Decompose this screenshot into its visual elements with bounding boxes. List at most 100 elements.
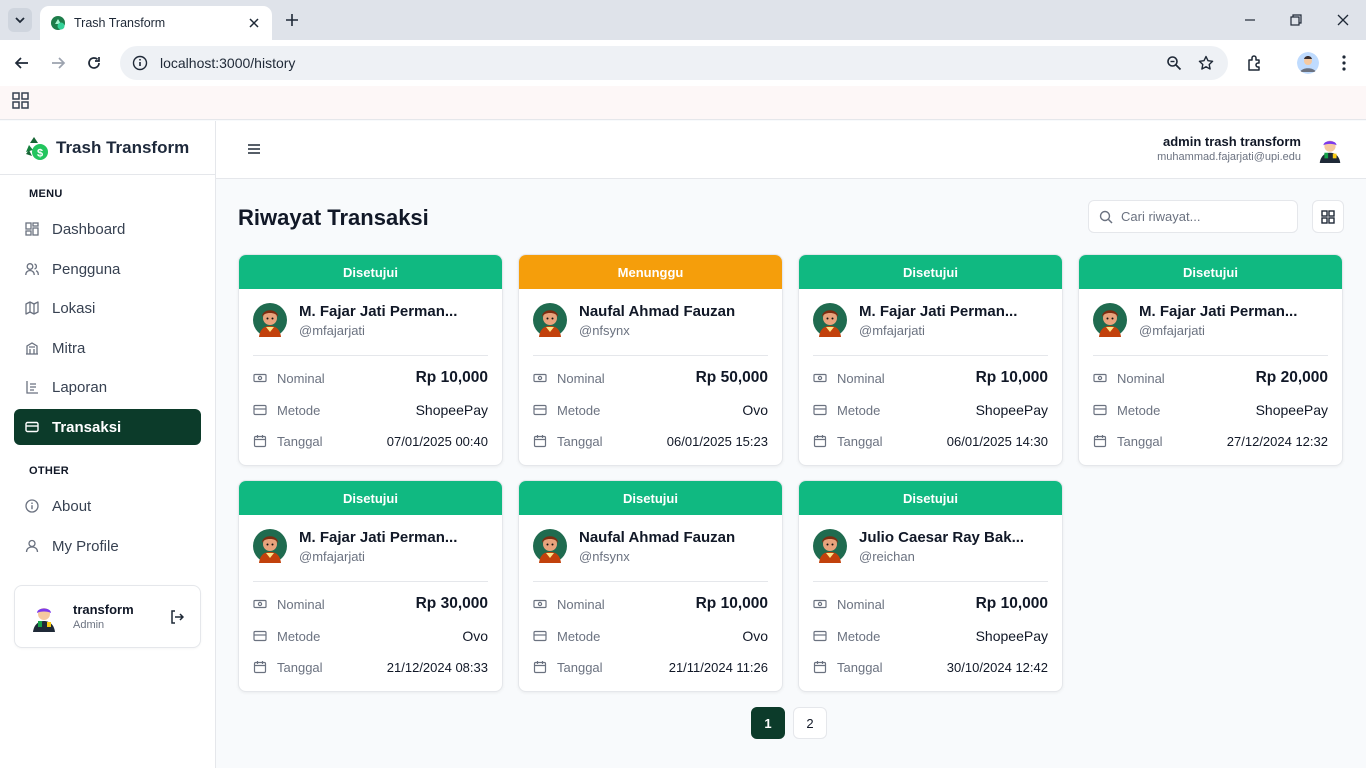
card-icon [813,629,827,643]
tanggal-value: 21/12/2024 08:33 [386,659,488,675]
building-icon [24,340,40,356]
nav-mitra[interactable]: Mitra [14,330,201,366]
tanggal-row: Tanggal 07/01/2025 00:40 [253,431,488,451]
avatar[interactable] [1316,135,1344,163]
browser-profile-avatar[interactable] [1297,52,1319,74]
transaction-card[interactable]: Disetujui M. Fajar Jati Perman... @mfaja… [238,480,503,692]
transaction-card[interactable]: Menunggu Naufal Ahmad Fauzan @nfsynx Nom… [518,254,783,466]
site-info-icon[interactable] [132,55,148,71]
page-button-1[interactable]: 1 [751,707,785,739]
zoom-icon[interactable] [1164,53,1184,73]
card-icon [533,403,547,417]
tanggal-row: Tanggal 27/12/2024 12:32 [1093,431,1328,451]
nominal-value: Rp 10,000 [695,595,768,612]
nav-dashboard[interactable]: Dashboard [14,211,201,247]
page-button-2[interactable]: 2 [793,707,827,739]
card-user: M. Fajar Jati Perman... @mfajarjati [253,529,488,582]
recycle-favicon-icon [50,15,66,31]
nominal-value: Rp 50,000 [695,369,768,386]
card-user: Julio Caesar Ray Bak... @reichan [813,529,1048,582]
grid-view-button[interactable] [1312,200,1344,233]
user-handle: @mfajarjati [299,323,365,338]
transaction-card[interactable]: Disetujui Julio Caesar Ray Bak... @reich… [798,480,1063,692]
url-text[interactable]: localhost:3000/history [160,55,1152,71]
transaction-card[interactable]: Disetujui M. Fajar Jati Perman... @mfaja… [238,254,503,466]
menu-section-label: MENU [29,188,63,200]
tanggal-label: Tanggal [1117,433,1163,449]
metode-value: ShopeePay [1255,402,1328,418]
card-icon [533,629,547,643]
tanggal-row: Tanggal 21/11/2024 11:26 [533,657,768,677]
svg-text:$: $ [37,147,43,159]
user-handle: @mfajarjati [299,549,365,564]
metode-value: Ovo [462,628,488,644]
transaction-card[interactable]: Disetujui M. Fajar Jati Perman... @mfaja… [1078,254,1343,466]
money-icon [1093,371,1107,385]
tanggal-row: Tanggal 30/10/2024 12:42 [813,657,1048,677]
close-tab-icon[interactable] [246,15,262,31]
address-bar[interactable]: localhost:3000/history [120,46,1228,80]
avatar [253,303,287,337]
transaction-card[interactable]: Disetujui Naufal Ahmad Fauzan @nfsynx No… [518,480,783,692]
nav-lokasi[interactable]: Lokasi [14,290,201,326]
avatar [1093,303,1127,337]
brand[interactable]: $ Trash Transform [0,121,215,175]
user-icon [24,538,40,554]
card-icon [253,629,267,643]
tab-search-button[interactable] [8,8,32,32]
user-handle: @nfsynx [579,323,630,338]
topbar-user-email: muhammad.fajarjati@upi.edu [1157,151,1301,163]
search-input[interactable] [1121,209,1281,224]
tanggal-label: Tanggal [837,659,883,675]
back-icon[interactable] [11,52,33,74]
avatar [29,601,59,632]
minimize-icon[interactable] [1240,10,1260,30]
card-user: M. Fajar Jati Perman... @mfajarjati [1093,303,1328,356]
apps-grid-icon[interactable] [12,92,30,110]
nominal-label: Nominal [1117,370,1165,386]
card-user: Naufal Ahmad Fauzan @nfsynx [533,529,768,582]
report-icon [24,379,40,395]
extensions-icon[interactable] [1244,52,1266,74]
nav-laporan[interactable]: Laporan [14,369,201,405]
restore-icon[interactable] [1286,10,1306,30]
nav-my-profile[interactable]: My Profile [14,528,201,564]
new-tab-icon[interactable] [282,10,302,30]
tanggal-value: 21/11/2024 11:26 [668,659,768,675]
transaction-card[interactable]: Disetujui M. Fajar Jati Perman... @mfaja… [798,254,1063,466]
nominal-row: Nominal Rp 20,000 [1093,368,1328,388]
close-window-icon[interactable] [1333,10,1353,30]
avatar [813,303,847,337]
metode-label: Metode [1117,402,1161,418]
nav-label: Transaksi [52,418,122,436]
metode-label: Metode [837,628,881,644]
nominal-value: Rp 10,000 [975,369,1048,386]
money-icon [813,597,827,611]
tanggal-value: 06/01/2025 15:23 [666,433,768,449]
search-icon [1099,210,1113,224]
money-icon [253,597,267,611]
recycle-logo-icon: $ [26,136,48,160]
nav-transaksi[interactable]: Transaksi [14,409,201,445]
browser-tab[interactable]: Trash Transform [40,6,272,40]
nav-pengguna[interactable]: Pengguna [14,251,201,287]
app-topbar: admin trash transform muhammad.fajarjati… [216,121,1366,179]
topbar-user-info: admin trash transform muhammad.fajarjati… [1157,134,1301,163]
browser-menu-icon[interactable] [1333,52,1355,74]
money-icon [253,371,267,385]
main-content: Riwayat Transaksi Disetujui M. Fajar Jat… [216,179,1366,768]
logout-icon[interactable] [168,608,186,626]
nominal-value: Rp 10,000 [415,369,488,386]
metode-label: Metode [837,402,881,418]
forward-icon[interactable] [47,52,69,74]
tanggal-value: 30/10/2024 12:42 [946,659,1048,675]
metode-label: Metode [277,628,321,644]
nav-about[interactable]: About [14,488,201,524]
metode-row: Metode ShopeePay [813,626,1048,646]
bookmark-star-icon[interactable] [1196,53,1216,73]
users-icon [24,261,40,277]
search-box[interactable] [1088,200,1298,233]
sidebar-user-card: transform Admin [14,585,201,648]
reload-icon[interactable] [83,52,105,74]
hamburger-menu-icon[interactable] [246,141,262,157]
